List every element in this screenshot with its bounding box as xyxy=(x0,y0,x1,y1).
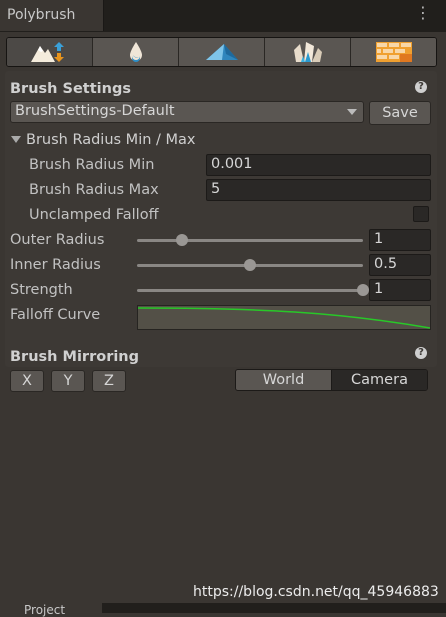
brush-preset-value: BrushSettings-Default xyxy=(15,103,175,119)
outer-radius-label: Outer Radius xyxy=(10,232,105,248)
strength-slider[interactable] xyxy=(137,284,369,296)
scatter-tool-button[interactable] xyxy=(265,38,351,66)
mountain-arrows-icon xyxy=(30,42,64,62)
tool-selector xyxy=(6,37,437,67)
falloff-curve-graph xyxy=(137,307,431,329)
tab-polybrush[interactable]: Polybrush xyxy=(0,0,104,31)
brush-radius-foldout-label: Brush Radius Min / Max xyxy=(26,132,196,148)
window-menu-icon[interactable]: ⋮ xyxy=(415,5,431,21)
strength-value: 1 xyxy=(374,281,384,297)
mirror-space-toggle: World Camera xyxy=(235,369,428,391)
outer-radius-value: 1 xyxy=(374,231,384,247)
mirror-y-button[interactable]: Y xyxy=(51,370,85,392)
window-tab-bar: Polybrush ⋮ xyxy=(0,0,446,32)
falloff-curve-label: Falloff Curve xyxy=(10,307,101,323)
tab-project-label: Project xyxy=(24,603,66,617)
outer-radius-knob[interactable] xyxy=(176,234,189,246)
world-space-option[interactable]: World xyxy=(236,370,331,390)
radius-min-field[interactable]: 0.001 xyxy=(206,154,431,176)
inner-radius-slider[interactable] xyxy=(137,259,363,271)
smooth-tool-button[interactable] xyxy=(93,38,179,66)
unclamped-falloff-label: Unclamped Falloff xyxy=(29,207,159,223)
inner-radius-label: Inner Radius xyxy=(10,257,101,273)
crystal-shards-icon xyxy=(293,42,322,62)
mirror-z-button[interactable]: Z xyxy=(92,370,126,392)
brush-preset-dropdown[interactable]: BrushSettings-Default xyxy=(10,101,364,123)
raise-lower-tool-button[interactable] xyxy=(7,38,93,66)
outer-radius-slider[interactable] xyxy=(137,234,363,246)
watermark-text: https://blog.csdn.net/qq_45946883 xyxy=(193,584,439,600)
falloff-curve-field[interactable] xyxy=(137,305,431,330)
outer-radius-field[interactable]: 1 xyxy=(369,229,431,251)
tab-title: Polybrush xyxy=(7,7,76,23)
chevron-down-icon xyxy=(347,109,357,115)
radius-min-label: Brush Radius Min xyxy=(29,157,155,173)
inner-radius-field[interactable]: 0.5 xyxy=(369,254,431,276)
paint-tool-button[interactable] xyxy=(179,38,265,66)
save-button[interactable]: Save xyxy=(369,101,431,125)
unclamped-falloff-checkbox[interactable] xyxy=(413,206,429,222)
brick-wall-icon xyxy=(375,42,412,62)
inner-radius-knob[interactable] xyxy=(244,259,256,271)
paint-prism-icon xyxy=(205,44,238,60)
help-icon[interactable]: ? xyxy=(415,81,427,93)
strength-field[interactable]: 1 xyxy=(369,279,431,301)
brush-radius-foldout[interactable]: Brush Radius Min / Max xyxy=(11,132,196,148)
mirror-x-button[interactable]: X xyxy=(10,370,44,392)
radius-min-value: 0.001 xyxy=(211,156,253,172)
camera-space-option[interactable]: Camera xyxy=(331,370,427,390)
foldout-triangle-icon xyxy=(11,136,21,143)
brush-settings-panel: Brush Settings ? BrushSettings-Default S… xyxy=(5,71,437,392)
radius-max-value: 5 xyxy=(211,181,221,197)
radius-max-label: Brush Radius Max xyxy=(29,182,159,198)
radius-max-field[interactable]: 5 xyxy=(206,179,431,201)
inner-radius-value: 0.5 xyxy=(374,256,398,272)
brush-settings-title: Brush Settings xyxy=(10,81,131,97)
tab-project[interactable]: Project xyxy=(0,603,102,617)
brush-mirroring-title: Brush Mirroring xyxy=(10,349,140,365)
texture-tool-button[interactable] xyxy=(351,38,436,66)
strength-knob[interactable] xyxy=(357,284,369,296)
water-drop-icon xyxy=(129,42,142,62)
strength-label: Strength xyxy=(10,282,73,298)
help-icon[interactable]: ? xyxy=(415,347,427,359)
